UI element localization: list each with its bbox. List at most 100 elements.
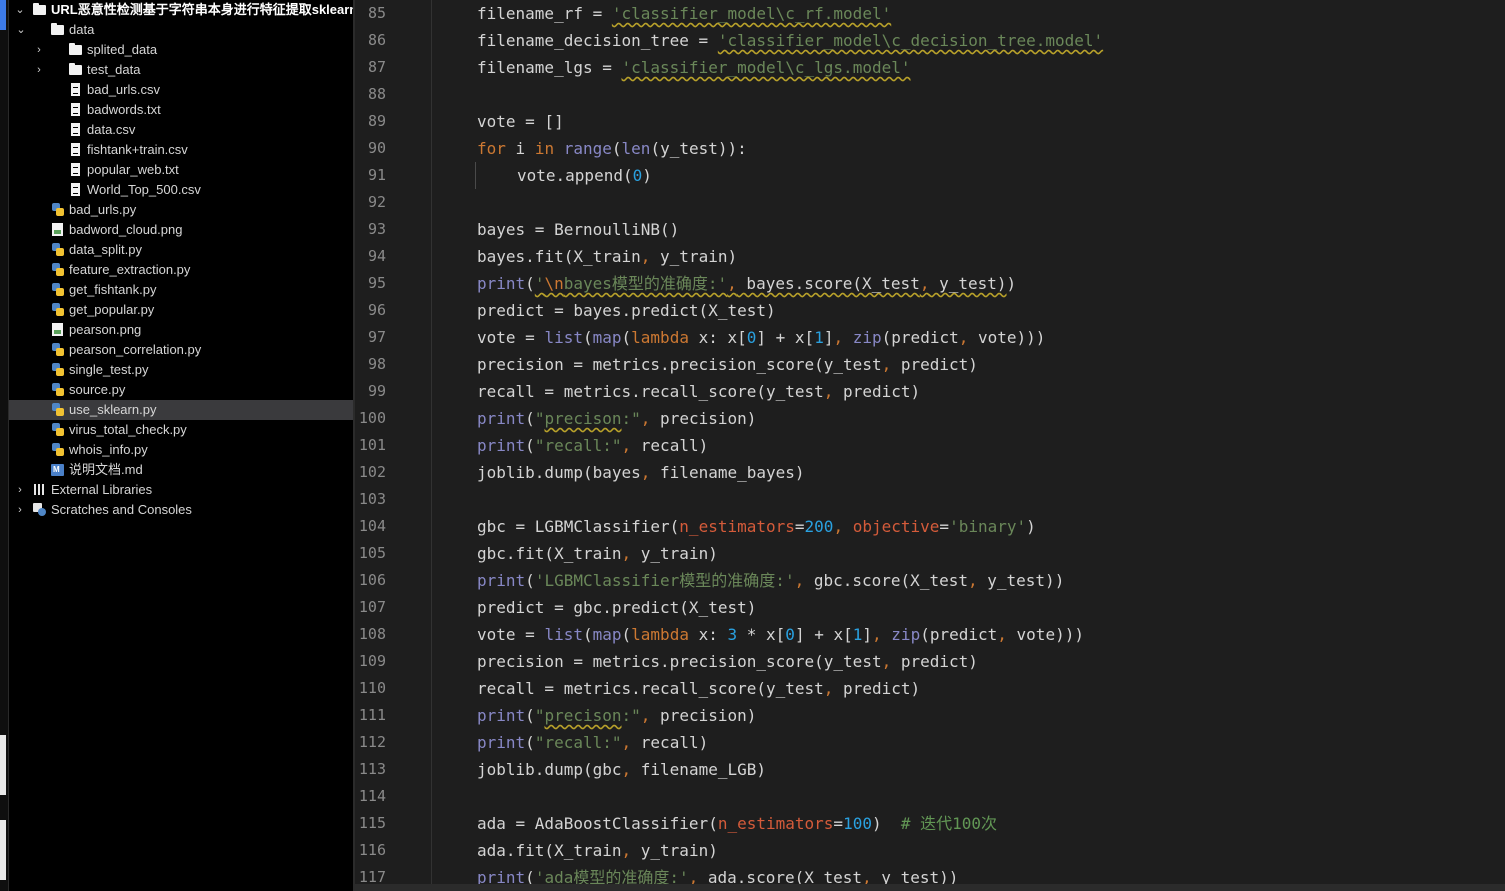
- code-line[interactable]: vote = list(map(lambda x: 3 * x[0] + x[1…: [477, 621, 1084, 648]
- tree-item[interactable]: bad_urls.csv: [9, 80, 353, 100]
- tree-item[interactable]: fishtank+train.csv: [9, 140, 353, 160]
- code-token: ,: [640, 463, 651, 482]
- code-line[interactable]: bayes = BernoulliNB(): [477, 216, 679, 243]
- code-line[interactable]: filename_decision_tree = 'classifier_mod…: [477, 27, 1103, 54]
- tree-item[interactable]: ⌄ data: [9, 20, 353, 40]
- tree-item[interactable]: 说明文档.md: [9, 460, 353, 480]
- tree-item[interactable]: pearson.png: [9, 320, 353, 340]
- tree-item[interactable]: use_sklearn.py: [9, 400, 353, 420]
- code-token: 'binary': [949, 517, 1027, 536]
- tree-item[interactable]: bad_urls.py: [9, 200, 353, 220]
- code-token: 1: [852, 625, 863, 644]
- code-token: y_train): [631, 841, 718, 860]
- tree-item[interactable]: whois_info.py: [9, 440, 353, 460]
- image-file-icon: [51, 223, 65, 237]
- code-token: (: [525, 274, 535, 293]
- tree-item[interactable]: pearson_correlation.py: [9, 340, 353, 360]
- code-token: ] + x[: [794, 625, 853, 644]
- tree-item-label: use_sklearn.py: [69, 402, 157, 417]
- code-token: ,: [881, 355, 892, 374]
- tree-item[interactable]: virus_total_check.py: [9, 420, 353, 440]
- code-line[interactable]: ada = AdaBoostClassifier(n_estimators=10…: [477, 810, 997, 837]
- code-token: ,: [823, 679, 834, 698]
- code-token: objective: [852, 517, 940, 536]
- code-line[interactable]: gbc = LGBMClassifier(n_estimators=200, o…: [477, 513, 1036, 540]
- project-tool-tab[interactable]: [0, 0, 6, 30]
- tree-item[interactable]: data.csv: [9, 120, 353, 140]
- code-line[interactable]: print("precison:", precision): [477, 702, 756, 729]
- bookmarks-tool-tab[interactable]: [0, 820, 6, 880]
- line-number: 114: [358, 787, 386, 805]
- code-line[interactable]: filename_rf = 'classifier_model\c_rf.mod…: [477, 0, 891, 27]
- chevron-right-icon[interactable]: ›: [33, 60, 45, 80]
- tree-item[interactable]: badword_cloud.png: [9, 220, 353, 240]
- tree-item[interactable]: get_fishtank.py: [9, 280, 353, 300]
- code-line[interactable]: ada.fit(X_train, y_train): [477, 837, 718, 864]
- code-line[interactable]: vote = list(map(lambda x: x[0] + x[1], z…: [477, 324, 1045, 351]
- tree-item[interactable]: get_popular.py: [9, 300, 353, 320]
- code-line[interactable]: vote = []: [477, 108, 564, 135]
- code-token: precison: [544, 409, 622, 428]
- code-token: (: [525, 733, 535, 752]
- code-token: gbc = LGBMClassifier(: [477, 517, 680, 536]
- code-line[interactable]: recall = metrics.recall_score(y_test, pr…: [477, 378, 920, 405]
- code-token: vote =: [477, 625, 545, 644]
- code-token: 'classifier_model\c_rf.model': [611, 4, 892, 23]
- tree-item[interactable]: › splited_data: [9, 40, 353, 60]
- tree-item[interactable]: badwords.txt: [9, 100, 353, 120]
- structure-tool-tab[interactable]: [0, 735, 6, 795]
- code-token: print: [477, 571, 526, 590]
- code-token: filename_LGB): [631, 760, 766, 779]
- code-line[interactable]: precision = metrics.precision_score(y_te…: [477, 648, 978, 675]
- python-file-icon: [51, 303, 65, 317]
- chevron-down-icon[interactable]: ⌄: [15, 20, 27, 40]
- tree-item[interactable]: feature_extraction.py: [9, 260, 353, 280]
- code-line[interactable]: vote.append(0): [517, 162, 652, 189]
- scratches-node[interactable]: › Scratches and Consoles: [9, 500, 353, 520]
- code-line[interactable]: print('LGBMClassifier模型的准确度:', gbc.score…: [477, 567, 1064, 594]
- code-line[interactable]: recall = metrics.recall_score(y_test, pr…: [477, 675, 920, 702]
- code-token: y_train): [631, 544, 718, 563]
- code-line[interactable]: print("precison:", precision): [477, 405, 756, 432]
- code-line[interactable]: gbc.fit(X_train, y_train): [477, 540, 718, 567]
- code-line[interactable]: print("recall:", recall): [477, 729, 708, 756]
- tree-item[interactable]: single_test.py: [9, 360, 353, 380]
- line-number: 103: [358, 490, 386, 508]
- tree-root[interactable]: ⌄ URL恶意性检测基于字符串本身进行特征提取sklearn库的: [9, 0, 353, 20]
- tree-item[interactable]: data_split.py: [9, 240, 353, 260]
- code-token: ': [534, 274, 545, 293]
- external-libraries-node[interactable]: › External Libraries: [9, 480, 353, 500]
- left-tool-strip: [0, 0, 9, 891]
- chevron-right-icon[interactable]: ›: [14, 480, 26, 500]
- tree-item[interactable]: popular_web.txt: [9, 160, 353, 180]
- tree-item[interactable]: › test_data: [9, 60, 353, 80]
- chevron-down-icon[interactable]: ⌄: [14, 0, 26, 20]
- code-line[interactable]: bayes.fit(X_train, y_train): [477, 243, 737, 270]
- code-line[interactable]: joblib.dump(gbc, filename_LGB): [477, 756, 766, 783]
- code-token: x:: [688, 625, 728, 644]
- tree-item[interactable]: World_Top_500.csv: [9, 180, 353, 200]
- code-token: y_train): [650, 247, 738, 266]
- horizontal-scrollbar[interactable]: [355, 884, 1505, 891]
- code-line[interactable]: predict = gbc.predict(X_test): [477, 594, 756, 621]
- tree-item[interactable]: source.py: [9, 380, 353, 400]
- chevron-right-icon[interactable]: ›: [33, 40, 45, 60]
- code-line[interactable]: predict = bayes.predict(X_test): [477, 297, 776, 324]
- code-token: map: [592, 328, 622, 347]
- code-line[interactable]: print("recall:", recall): [477, 432, 708, 459]
- code-line[interactable]: filename_lgs = 'classifier_model\c_lgs.m…: [477, 54, 910, 81]
- external-libraries-label: External Libraries: [51, 482, 153, 497]
- code-line[interactable]: joblib.dump(bayes, filename_bayes): [477, 459, 805, 486]
- code-line[interactable]: print('\nbayes模型的准确度:', bayes.score(X_te…: [477, 270, 1016, 297]
- code-token: map: [592, 625, 622, 644]
- code-line[interactable]: for i in range(len(y_test)):: [477, 135, 747, 162]
- code-line[interactable]: precision = metrics.precision_score(y_te…: [477, 351, 978, 378]
- chevron-right-icon[interactable]: ›: [14, 500, 26, 520]
- code-editor[interactable]: 85 86 87 88 89 90 91 92 93 94 95 96 97 98 99 100 101 102 1…: [355, 0, 1505, 891]
- code-token: n_estimators: [717, 814, 834, 833]
- line-number: 88: [367, 85, 386, 103]
- code-token: (: [525, 409, 535, 428]
- text-file-icon: [69, 143, 83, 157]
